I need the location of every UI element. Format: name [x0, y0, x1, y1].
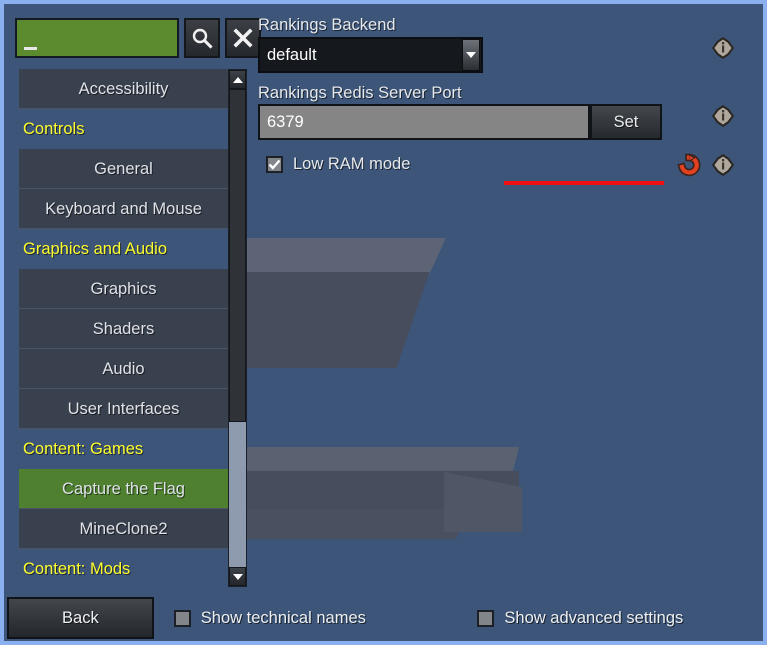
magnifier-icon: [192, 28, 213, 49]
info-icon[interactable]: [711, 153, 735, 177]
search-button[interactable]: [184, 18, 220, 58]
settings-content-panel: Rankings Backend default Rankings Redis …: [246, 4, 763, 591]
check-icon: [268, 159, 281, 170]
sidebar-item[interactable]: Accessibility: [19, 69, 228, 109]
show-advanced-settings-label: Show advanced settings: [504, 608, 684, 627]
search-row: [15, 18, 261, 58]
sidebar-scrollbar[interactable]: [228, 69, 247, 587]
sidebar-item[interactable]: Audio: [19, 349, 228, 389]
back-button[interactable]: Back: [7, 597, 154, 639]
low-ram-mode-checkbox[interactable]: [266, 156, 283, 173]
sidebar-item[interactable]: Shaders: [19, 309, 228, 349]
sidebar-item[interactable]: User Interfaces: [19, 389, 228, 429]
show-advanced-settings-row[interactable]: Show advanced settings: [463, 597, 763, 639]
rankings-backend-dropdown[interactable]: default: [258, 37, 483, 73]
annotation-underline: [504, 181, 664, 185]
sidebar-heading[interactable]: Content: Games: [19, 429, 228, 469]
sidebar-item[interactable]: MineClone2: [19, 509, 228, 549]
search-input[interactable]: [15, 18, 179, 58]
show-technical-names-checkbox[interactable]: [173, 609, 191, 627]
triangle-down-icon: [232, 573, 243, 580]
sidebar-heading[interactable]: Graphics and Audio: [19, 229, 228, 269]
low-ram-mode-label: Low RAM mode: [293, 155, 411, 173]
show-technical-names-label: Show technical names: [200, 608, 366, 627]
sidebar-item[interactable]: Keyboard and Mouse: [19, 189, 228, 229]
text-caret: [24, 47, 37, 50]
sidebar-item[interactable]: Graphics: [19, 269, 228, 309]
settings-category-list[interactable]: Accessibility Controls General Keyboard and…: [19, 69, 228, 576]
rankings-backend-value: default: [267, 45, 317, 64]
chevron-down-icon[interactable]: [462, 39, 480, 71]
footer-bar: Back Show technical names Show advanced …: [4, 595, 763, 641]
rankings-redis-port-input[interactable]: [258, 104, 590, 140]
sidebar-item[interactable]: General: [19, 149, 228, 189]
info-icon[interactable]: [711, 104, 735, 128]
scroll-up-button[interactable]: [229, 70, 246, 89]
sidebar-heading[interactable]: Content: Mods: [19, 549, 228, 576]
sidebar-panel: Accessibility Controls General Keyboard and…: [4, 4, 261, 591]
sidebar-item[interactable]: Capture the Flag: [19, 469, 228, 509]
set-button[interactable]: Set: [590, 104, 662, 140]
rankings-backend-label: Rankings Backend: [258, 16, 396, 34]
app-window: Accessibility Controls General Keyboard and…: [0, 0, 767, 645]
scrollbar-thumb[interactable]: [229, 89, 246, 422]
settings-overlay: Accessibility Controls General Keyboard and…: [4, 4, 763, 591]
scroll-down-button[interactable]: [229, 567, 246, 586]
info-icon[interactable]: [711, 36, 735, 60]
rankings-redis-port-row: Set: [258, 104, 662, 140]
sidebar-heading[interactable]: Controls: [19, 109, 228, 149]
triangle-up-icon: [232, 76, 243, 83]
show-technical-names-row[interactable]: Show technical names: [159, 597, 458, 639]
reset-arrow-icon[interactable]: [677, 153, 701, 177]
rankings-redis-port-label: Rankings Redis Server Port: [258, 84, 462, 102]
show-advanced-settings-checkbox[interactable]: [477, 609, 495, 627]
low-ram-mode-checkbox-row[interactable]: Low RAM mode: [266, 155, 410, 174]
